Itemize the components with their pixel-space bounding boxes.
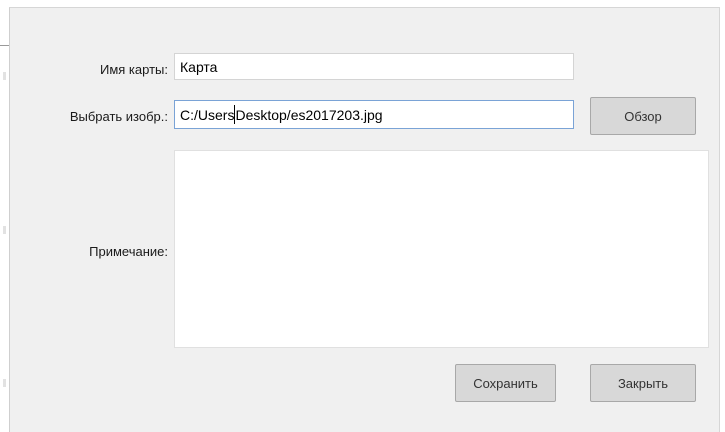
- background-window-mark: [3, 72, 6, 80]
- image-path-text-end: Desktop/es2017203.jpg: [235, 106, 383, 123]
- close-button[interactable]: Закрыть: [590, 364, 696, 402]
- note-label: Примечание:: [89, 244, 168, 259]
- background-window-edge: [0, 45, 9, 46]
- screen: Имя карты: Карта Выбрать изобр.: C:/User…: [0, 0, 725, 432]
- image-path-text-start: C:/Users: [180, 106, 235, 123]
- background-window-mark: [3, 379, 6, 387]
- map-name-label: Имя карты:: [100, 62, 168, 77]
- map-name-value: Карта: [180, 58, 218, 75]
- image-select-label: Выбрать изобр.:: [69, 109, 168, 124]
- save-button[interactable]: Сохранить: [455, 364, 556, 402]
- map-name-input[interactable]: Карта: [174, 53, 574, 80]
- background-window-mark: [3, 226, 6, 234]
- image-path-input[interactable]: C:/Users Desktop/es2017203.jpg: [174, 100, 574, 129]
- map-dialog: Имя карты: Карта Выбрать изобр.: C:/User…: [9, 7, 720, 432]
- note-textarea[interactable]: [174, 150, 709, 348]
- browse-button[interactable]: Обзор: [590, 97, 696, 135]
